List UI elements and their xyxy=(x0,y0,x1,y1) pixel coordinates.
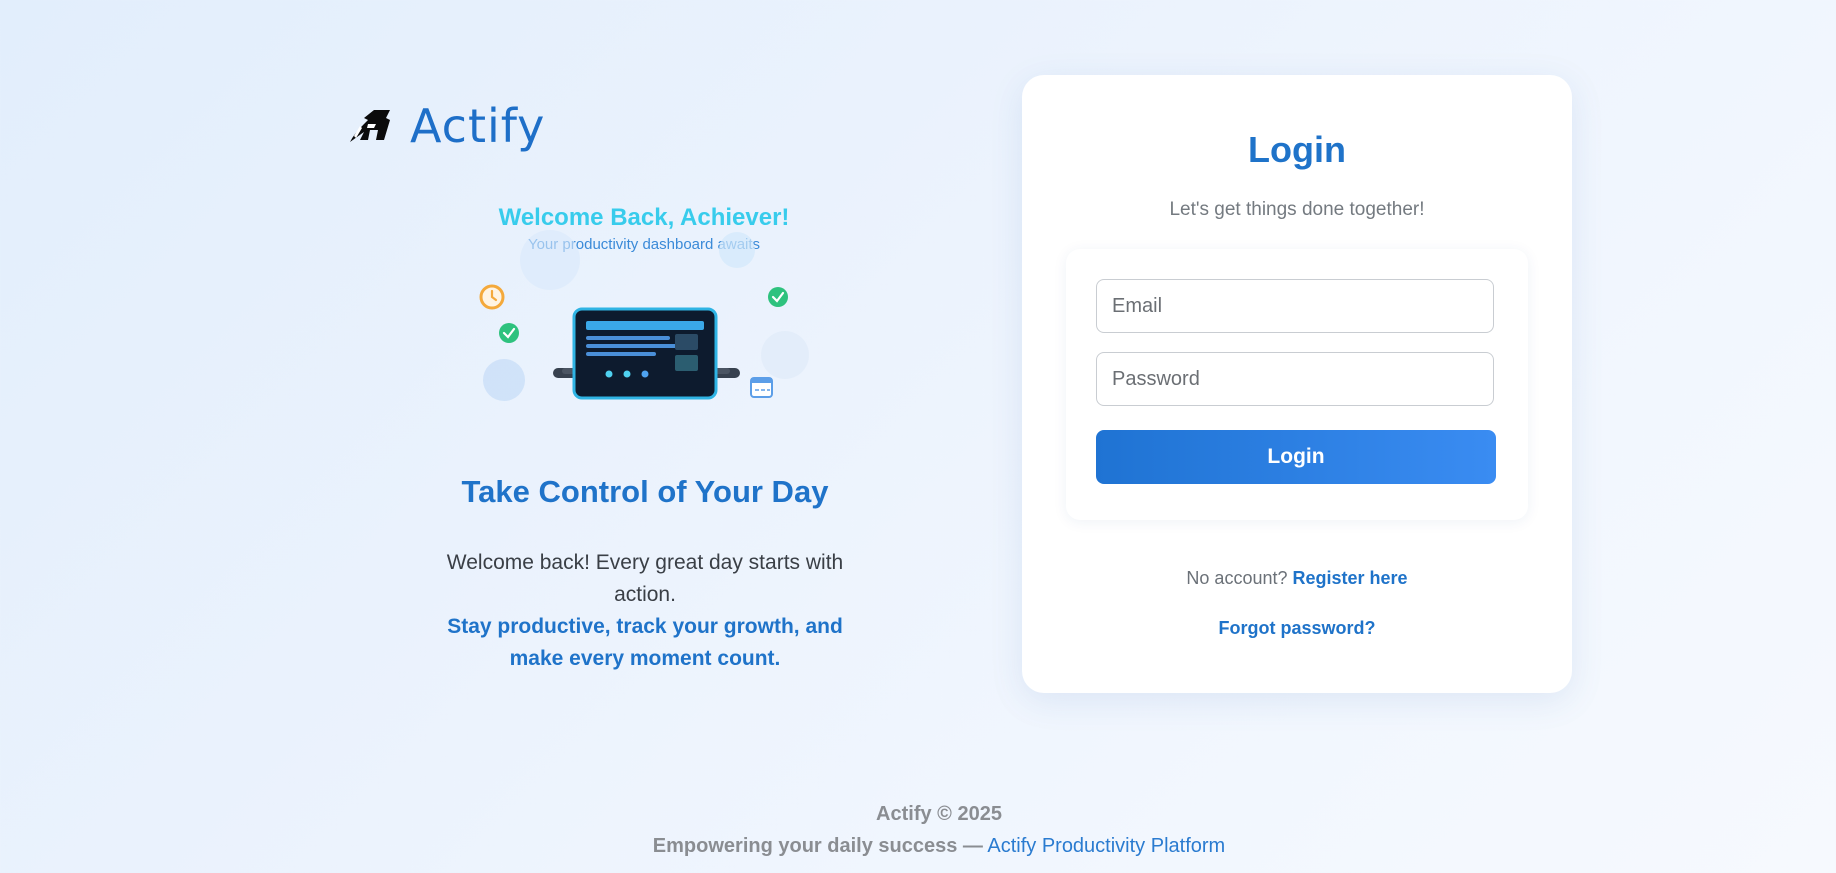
email-input[interactable] xyxy=(1096,279,1494,333)
brand[interactable]: Actify xyxy=(346,100,545,152)
laptop-illustration xyxy=(479,230,809,401)
hero-title: Welcome Back, Achiever! xyxy=(498,204,790,231)
deco-circle xyxy=(719,232,755,268)
login-form: Login xyxy=(1066,249,1528,520)
footer-platform-link[interactable]: Actify Productivity Platform xyxy=(987,835,1225,857)
footer-copyright: Actify © 2025 xyxy=(876,803,1002,825)
calendar-icon xyxy=(750,377,773,398)
check-icon xyxy=(768,287,788,307)
footer-tagline: Empowering your daily success — xyxy=(652,835,983,857)
register-line: No account? Register here xyxy=(1022,568,1572,589)
password-input[interactable] xyxy=(1096,352,1494,406)
deco-circle xyxy=(483,359,525,401)
tagline-heading: Take Control of Your Day xyxy=(461,474,829,509)
intro-text: Welcome back! Every great day starts wit… xyxy=(446,551,844,606)
footer-line: Empowering your daily success — Actify P… xyxy=(0,835,1836,858)
register-link[interactable]: Register here xyxy=(1293,568,1408,588)
no-account-text: No account? xyxy=(1186,568,1288,588)
check-icon xyxy=(499,323,519,343)
laptop-icon xyxy=(553,307,740,400)
login-subtitle: Let's get things done together! xyxy=(1169,199,1425,220)
brand-name: Actify xyxy=(410,99,546,153)
login-card: Login Let's get things done together! Lo… xyxy=(1022,75,1572,693)
forgot-password-link[interactable]: Forgot password? xyxy=(1022,618,1572,639)
deco-circle xyxy=(761,331,809,379)
deco-circle xyxy=(520,230,580,290)
intro-highlight: Stay productive, track your growth, and … xyxy=(447,615,843,670)
login-button[interactable]: Login xyxy=(1096,430,1496,484)
clock-icon xyxy=(479,284,505,310)
login-title: Login xyxy=(1248,129,1346,170)
brand-logo-icon xyxy=(350,110,390,142)
